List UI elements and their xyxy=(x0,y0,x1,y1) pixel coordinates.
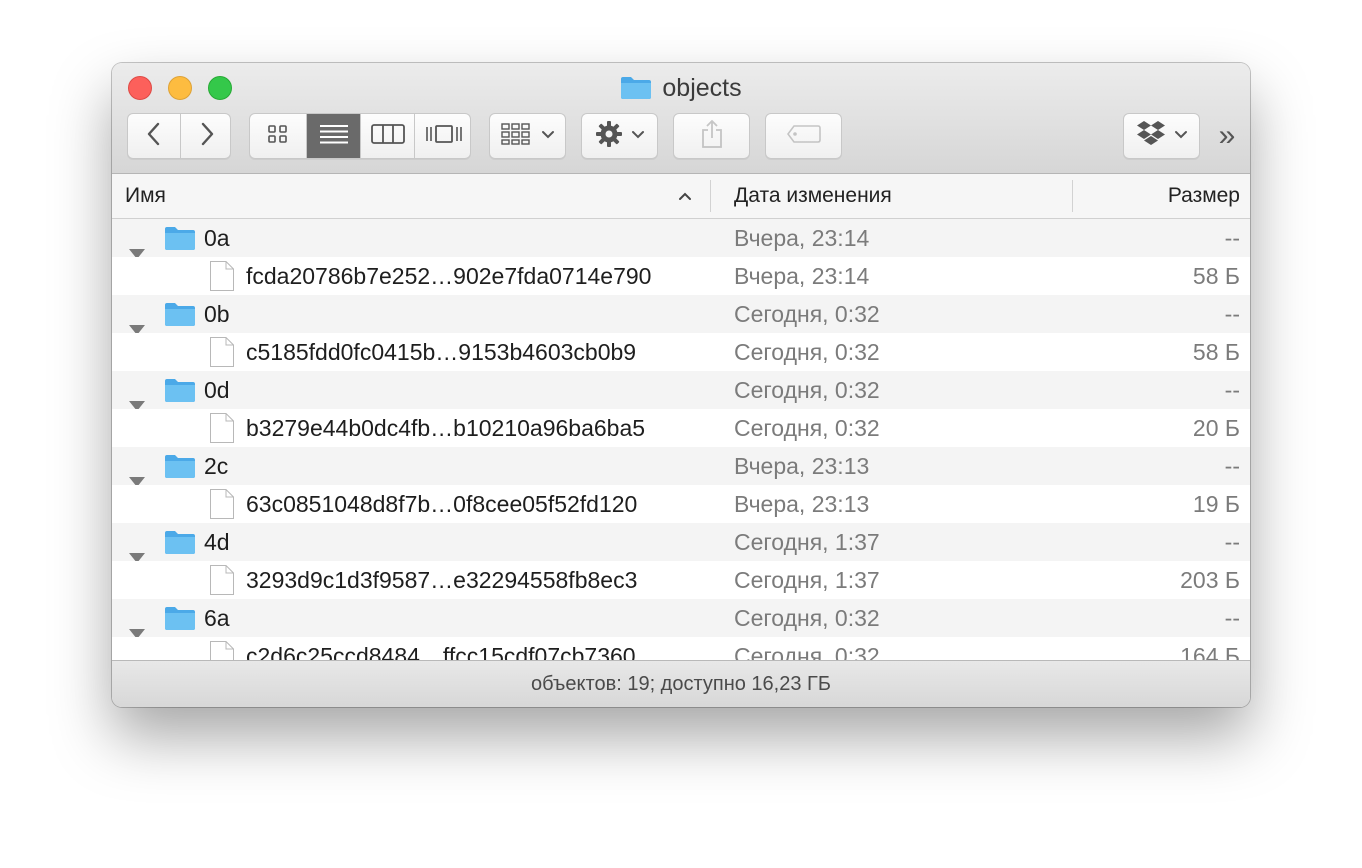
file-name: c5185fdd0fc0415b…9153b4603cb0b9 xyxy=(246,339,637,365)
share-icon xyxy=(700,119,724,154)
file-name: 63c0851048d8f7b…0f8cee05f52fd120 xyxy=(246,491,638,517)
window-title: objects xyxy=(112,72,1250,108)
folder-row[interactable]: 0b Сегодня, 0:32 -- xyxy=(112,295,1250,335)
folder-row[interactable]: 6a Сегодня, 0:32 -- xyxy=(112,599,1250,639)
folder-name: 0a xyxy=(204,225,230,251)
action-button[interactable] xyxy=(581,113,658,159)
folder-name: 4d xyxy=(204,529,230,555)
finder-window: objects » Имя Дата изменения Размер 0a В… xyxy=(112,63,1250,707)
file-size: 203 Б xyxy=(1180,567,1240,593)
list-view-button[interactable] xyxy=(306,114,361,158)
date-modified: Сегодня, 0:32 xyxy=(734,415,880,441)
dropbox-button[interactable] xyxy=(1123,113,1200,159)
folder-row[interactable]: 0a Вчера, 23:14 -- xyxy=(112,219,1250,259)
group-by-icon xyxy=(500,122,533,150)
file-row[interactable]: c5185fdd0fc0415b…9153b4603cb0b9 Сегодня, … xyxy=(112,333,1250,371)
file-size: -- xyxy=(1224,453,1240,479)
file-row[interactable]: fcda20786b7e252…902e7fda0714e790 Вчера, 2… xyxy=(112,257,1250,295)
column-view-button[interactable] xyxy=(360,114,415,158)
chevron-left-icon xyxy=(146,122,162,151)
share-button[interactable] xyxy=(673,113,750,159)
group-by-button[interactable] xyxy=(489,113,566,159)
date-modified: Сегодня, 0:32 xyxy=(734,339,880,365)
file-name: c2d6c25ccd8484…ffcc15cdf07cb7360 xyxy=(246,643,636,660)
sort-ascending-icon xyxy=(678,174,692,218)
date-modified: Вчера, 23:13 xyxy=(734,491,870,517)
list-view-icon xyxy=(319,124,349,149)
date-modified: Сегодня, 0:32 xyxy=(734,377,880,403)
column-divider[interactable] xyxy=(1072,180,1073,212)
folder-name: 6a xyxy=(204,605,230,631)
back-button[interactable] xyxy=(128,114,180,158)
folder-name: 2c xyxy=(204,453,229,479)
tag-icon xyxy=(786,124,822,149)
document-icon xyxy=(209,640,235,660)
folder-name: 0d xyxy=(204,377,230,403)
gear-icon xyxy=(595,120,623,153)
date-modified: Сегодня, 0:32 xyxy=(734,605,880,631)
date-modified: Сегодня, 1:37 xyxy=(734,529,880,555)
file-size: -- xyxy=(1224,529,1240,555)
navigation-group xyxy=(127,113,231,159)
file-size: 58 Б xyxy=(1192,339,1240,365)
chevron-down-icon xyxy=(631,127,645,145)
file-size: 20 Б xyxy=(1192,415,1240,441)
folder-row[interactable]: 4d Сегодня, 1:37 -- xyxy=(112,523,1250,563)
chevron-right-icon xyxy=(199,122,215,151)
column-divider[interactable] xyxy=(710,180,711,212)
file-list: 0a Вчера, 23:14 -- fcda20786b7e252…902e7fda… xyxy=(112,219,1250,660)
cover-flow-button[interactable] xyxy=(414,114,470,158)
file-row[interactable]: 63c0851048d8f7b…0f8cee05f52fd120 Вчера, 2… xyxy=(112,485,1250,523)
chevron-down-icon xyxy=(1174,127,1188,145)
date-modified: Сегодня, 0:32 xyxy=(734,643,880,660)
file-name: b3279e44b0dc4fb…b10210a96ba6ba5 xyxy=(246,415,646,441)
file-size: 164 Б xyxy=(1180,643,1240,660)
folder-icon xyxy=(620,75,652,108)
column-view-icon xyxy=(371,123,405,149)
file-size: -- xyxy=(1224,225,1240,251)
date-modified: Вчера, 23:13 xyxy=(734,453,870,479)
file-size: -- xyxy=(1224,605,1240,631)
toolbar-overflow-button[interactable]: » xyxy=(1212,121,1242,152)
chevron-down-icon xyxy=(541,127,555,145)
status-bar: объектов: 19; доступно 16,23 ГБ xyxy=(112,660,1250,707)
file-row[interactable]: b3279e44b0dc4fb…b10210a96ba6ba5 Сегодня, … xyxy=(112,409,1250,447)
dropbox-icon xyxy=(1136,120,1166,153)
date-modified: Вчера, 23:14 xyxy=(734,225,870,251)
tag-button[interactable] xyxy=(765,113,842,159)
file-size: -- xyxy=(1224,377,1240,403)
forward-button[interactable] xyxy=(180,114,233,158)
date-modified: Вчера, 23:14 xyxy=(734,263,870,289)
file-size: -- xyxy=(1224,301,1240,327)
column-header-name[interactable]: Имя xyxy=(125,174,166,218)
file-row[interactable]: c2d6c25ccd8484…ffcc15cdf07cb7360 Сегодня,… xyxy=(112,637,1250,660)
file-size: 19 Б xyxy=(1192,491,1240,517)
folder-row[interactable]: 2c Вчера, 23:13 -- xyxy=(112,447,1250,487)
column-header-size[interactable]: Размер xyxy=(1168,174,1240,218)
column-header-date[interactable]: Дата изменения xyxy=(734,174,892,218)
folder-row[interactable]: 0d Сегодня, 0:32 -- xyxy=(112,371,1250,411)
icon-view-icon xyxy=(267,124,289,149)
file-row[interactable]: 3293d9c1d3f9587…e32294558fb8ec3 Сегодня, … xyxy=(112,561,1250,599)
icon-view-button[interactable] xyxy=(250,114,306,158)
date-modified: Сегодня, 1:37 xyxy=(734,567,880,593)
view-mode-group xyxy=(249,113,471,159)
titlebar: objects » xyxy=(112,63,1250,174)
file-name: 3293d9c1d3f9587…e32294558fb8ec3 xyxy=(246,567,638,593)
window-title-text: objects xyxy=(662,74,742,102)
file-size: 58 Б xyxy=(1192,263,1240,289)
date-modified: Сегодня, 0:32 xyxy=(734,301,880,327)
folder-name: 0b xyxy=(204,301,230,327)
cover-flow-icon xyxy=(425,124,463,149)
file-name: fcda20786b7e252…902e7fda0714e790 xyxy=(246,263,652,289)
column-header: Имя Дата изменения Размер xyxy=(112,174,1250,219)
